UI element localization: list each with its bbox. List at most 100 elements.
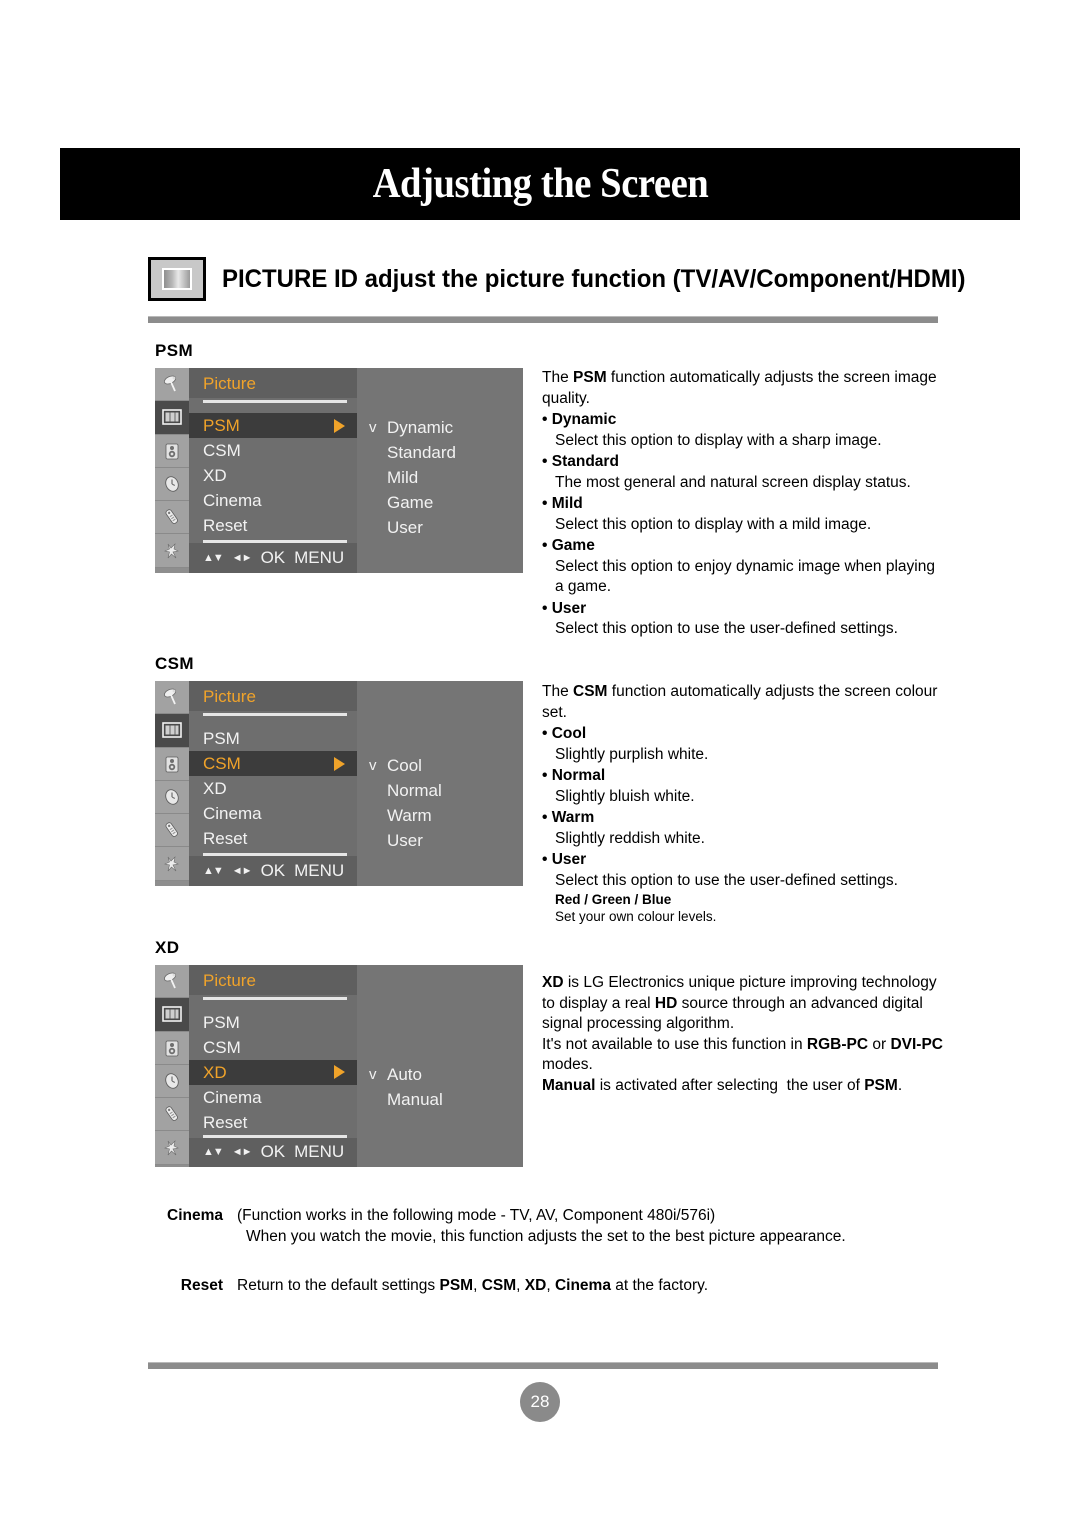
- osd-item-csm[interactable]: CSM: [189, 438, 357, 463]
- psm-bullet-desc-game: Select this option to enjoy dynamic imag…: [555, 557, 935, 596]
- picture-icon[interactable]: [155, 401, 189, 435]
- chevron-right-icon: [334, 418, 345, 433]
- osd-option-dynamic[interactable]: v Dynamic: [357, 415, 523, 440]
- psm-bullet-term-user: User: [542, 599, 942, 620]
- osd-item-cinema[interactable]: Cinema: [189, 801, 357, 826]
- setup-icon[interactable]: [155, 847, 189, 881]
- leftright-arrows-icon[interactable]: ◄►: [232, 1146, 253, 1158]
- psm-intro: The PSM function automatically adjusts t…: [542, 369, 937, 407]
- header-divider: [148, 316, 938, 323]
- footer-divider: [148, 1362, 938, 1369]
- page-title-banner: Adjusting the Screen: [60, 148, 1020, 220]
- menu-button[interactable]: MENU: [294, 548, 344, 568]
- osd-item-psm[interactable]: PSM: [189, 726, 357, 751]
- osd-option-mild[interactable]: Mild: [357, 465, 523, 490]
- osd-psm[interactable]: Picture PSM CSM XD Cinema Reset ▲▼ ◄► OK…: [155, 368, 523, 573]
- osd-menu-items: PSM CSM XD Cinema Reset: [189, 716, 357, 853]
- osd-option-warm[interactable]: Warm: [357, 803, 523, 828]
- menu-button[interactable]: MENU: [294, 1142, 344, 1162]
- osd-option-label: User: [387, 831, 423, 850]
- osd-item-psm[interactable]: PSM: [189, 413, 357, 438]
- osd-option-label: Dynamic: [387, 418, 454, 437]
- osd-menu-title: Picture: [189, 965, 357, 995]
- updown-arrows-icon[interactable]: ▲▼: [203, 552, 224, 564]
- osd-option-standard[interactable]: Standard: [357, 440, 523, 465]
- leftright-arrows-icon[interactable]: ◄►: [232, 552, 253, 564]
- psm-bullet-term-game: Game: [542, 536, 942, 557]
- sound-icon[interactable]: [155, 434, 189, 468]
- osd-option-auto[interactable]: v Auto: [357, 1062, 523, 1087]
- page-number: 28: [520, 1382, 560, 1422]
- note-cinema-line1: (Function works in the following mode - …: [237, 1207, 716, 1224]
- section-heading: PICTURE ID adjust the picture function (…: [148, 256, 966, 302]
- psm-bullet-term-dynamic: Dynamic: [542, 410, 942, 431]
- csm-bullet-desc-cool: Slightly purplish white.: [555, 745, 709, 763]
- time-icon[interactable]: [155, 467, 189, 502]
- csm-rgb-text: Set your own colour levels.: [555, 909, 717, 924]
- osd-item-csm[interactable]: CSM: [189, 1035, 357, 1060]
- csm-bullet-desc-user: Select this option to use the user-defin…: [555, 871, 898, 889]
- osd-item-xd[interactable]: XD: [189, 1059, 357, 1085]
- osd-item-xd[interactable]: XD: [189, 776, 357, 801]
- csm-bullet-term-cool: Cool: [542, 724, 942, 745]
- osd-xd[interactable]: Picture PSM CSM XD Cinema Reset ▲▼ ◄► OK…: [155, 965, 523, 1168]
- csm-bullet-term-warm: Warm: [542, 808, 942, 829]
- osd-item-xd[interactable]: XD: [189, 463, 357, 488]
- osd-option-game[interactable]: Game: [357, 490, 523, 515]
- option-icon[interactable]: [155, 1098, 189, 1132]
- updown-arrows-icon[interactable]: ▲▼: [203, 865, 224, 877]
- page-title: Adjusting the Screen: [372, 161, 708, 207]
- osd-menu-panel: Picture PSM CSM XD Cinema Reset ▲▼ ◄► OK…: [189, 681, 357, 886]
- updown-arrows-icon[interactable]: ▲▼: [203, 1146, 224, 1158]
- osd-option-cool[interactable]: v Cool: [357, 753, 523, 778]
- check-icon: v: [369, 419, 377, 436]
- osd-option-normal[interactable]: Normal: [357, 778, 523, 803]
- osd-options-panel: v Auto Manual: [357, 965, 523, 1167]
- picture-screen-icon: [148, 257, 206, 301]
- xd-description: XD is LG Electronics unique picture impr…: [542, 973, 952, 1096]
- csm-bullet-desc-warm: Slightly reddish white.: [555, 829, 705, 847]
- antenna-icon[interactable]: [155, 368, 189, 402]
- psm-intro-bold: PSM: [573, 369, 607, 386]
- osd-item-label: CSM: [203, 754, 241, 773]
- ok-button[interactable]: OK: [261, 548, 286, 568]
- time-icon[interactable]: [155, 1064, 189, 1099]
- osd-option-manual[interactable]: Manual: [357, 1087, 523, 1112]
- sound-icon[interactable]: [155, 747, 189, 781]
- setup-icon[interactable]: [155, 1131, 189, 1165]
- osd-item-reset[interactable]: Reset: [189, 1110, 357, 1135]
- sound-icon[interactable]: [155, 1031, 189, 1065]
- antenna-icon[interactable]: [155, 681, 189, 715]
- ok-button[interactable]: OK: [261, 861, 286, 881]
- csm-bullet-term-normal: Normal: [542, 766, 942, 787]
- option-icon[interactable]: [155, 814, 189, 848]
- osd-item-cinema[interactable]: Cinema: [189, 488, 357, 513]
- osd-menu-panel: Picture PSM CSM XD Cinema Reset ▲▼ ◄► OK…: [189, 965, 357, 1168]
- osd-option-user[interactable]: User: [357, 515, 523, 540]
- osd-item-psm[interactable]: PSM: [189, 1010, 357, 1035]
- osd-options-panel: v Cool Normal Warm User: [357, 681, 523, 886]
- osd-item-cinema[interactable]: Cinema: [189, 1085, 357, 1110]
- sub-label-csm: CSM: [155, 654, 194, 673]
- option-icon[interactable]: [155, 501, 189, 535]
- osd-item-csm[interactable]: CSM: [189, 751, 357, 776]
- xd-paragraph-1: XD is LG Electronics unique picture impr…: [542, 974, 937, 1032]
- osd-option-label: Manual: [387, 1090, 443, 1109]
- time-icon[interactable]: [155, 780, 189, 815]
- picture-icon[interactable]: [155, 998, 189, 1032]
- setup-icon[interactable]: [155, 534, 189, 568]
- csm-bullet-term-user: User: [542, 850, 942, 871]
- picture-icon[interactable]: [155, 714, 189, 748]
- psm-bullet-desc-standard: The most general and natural screen disp…: [555, 473, 911, 491]
- osd-option-label: User: [387, 518, 423, 537]
- menu-button[interactable]: MENU: [294, 861, 344, 881]
- osd-item-reset[interactable]: Reset: [189, 826, 357, 851]
- leftright-arrows-icon[interactable]: ◄►: [232, 865, 253, 877]
- antenna-icon[interactable]: [155, 965, 189, 999]
- note-value-reset: Return to the default settings PSM, CSM,…: [237, 1275, 945, 1296]
- osd-option-label: Cool: [387, 756, 422, 775]
- osd-csm[interactable]: Picture PSM CSM XD Cinema Reset ▲▼ ◄► OK…: [155, 681, 523, 886]
- osd-item-reset[interactable]: Reset: [189, 513, 357, 538]
- ok-button[interactable]: OK: [261, 1142, 286, 1162]
- osd-option-user[interactable]: User: [357, 828, 523, 853]
